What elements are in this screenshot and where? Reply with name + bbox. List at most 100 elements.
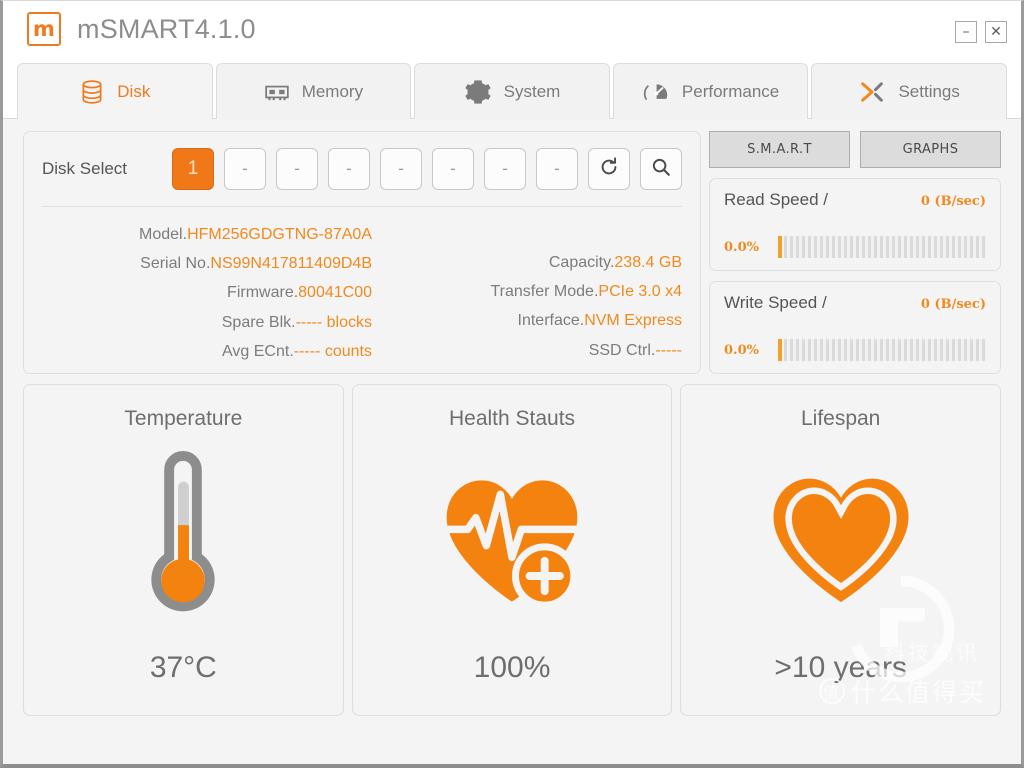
write-speed-header: Write Speed / 0 (B/sec) — [724, 293, 986, 313]
info-spare-blk-key: Spare Blk. — [221, 313, 296, 331]
tab-system[interactable]: System — [414, 63, 610, 119]
search-button[interactable] — [640, 148, 682, 190]
tab-disk-label: Disk — [117, 81, 151, 101]
app-window: m mSMART4.1.0 – ✕ Disk Memory System Per… — [0, 0, 1024, 768]
info-ssd-ctrl-value: ----- — [655, 341, 682, 359]
info-interface-value: NVM Express — [584, 312, 682, 330]
write-speed-percent: 0.0% — [724, 342, 759, 358]
disk-slot-8[interactable]: - — [536, 148, 578, 190]
title-bar: m mSMART4.1.0 – ✕ — [3, 1, 1021, 57]
disk-slot-4[interactable]: - — [328, 148, 370, 190]
heart-pulse-icon — [437, 431, 587, 651]
info-capacity: Capacity. 238.4 GB — [372, 251, 682, 274]
info-spare-blk-value: ----- blocks — [295, 313, 372, 331]
temperature-title: Temperature — [124, 407, 243, 430]
read-speed-header: Read Speed / 0 (B/sec) — [724, 190, 986, 210]
info-model-value: HFM256GDGTNG-87A0A — [187, 226, 372, 243]
write-speed-value: 0 (B/sec) — [920, 297, 986, 312]
health-status-title: Health Stauts — [448, 407, 576, 430]
tab-system-label: System — [503, 81, 561, 101]
read-speed-body: 0.0% — [724, 236, 986, 258]
lifespan-card: Lifespan >10 years 科技视讯 值 什么值得买 — [680, 384, 1002, 716]
write-speed-title: Write Speed / — [724, 293, 827, 312]
top-row: Disk Select 1 - - - - - - - Model. HFM25… — [23, 131, 1001, 374]
read-speed-value: 0 (B/sec) — [920, 194, 986, 209]
wrench-cross-icon — [858, 78, 886, 106]
disk-info-left: Model. HFM256GDGTNG-87A0A Serial No. NS9… — [42, 223, 372, 363]
smart-button[interactable]: S.M.A.R.T — [709, 131, 850, 168]
write-speed-card: Write Speed / 0 (B/sec) 0.0% — [709, 281, 1001, 374]
info-interface: Interface. NVM Express — [372, 309, 683, 332]
health-status-card: Health Stauts 100% — [351, 384, 673, 716]
thermometer-icon — [123, 431, 243, 651]
tab-settings-label: Settings — [898, 81, 960, 101]
read-speed-card: Read Speed / 0 (B/sec) 0.0% — [709, 178, 1001, 271]
gauge-icon — [642, 78, 670, 106]
graphs-button[interactable]: GRAPHS — [860, 131, 1001, 168]
app-logo-icon: m — [27, 12, 61, 46]
lifespan-value: >10 years — [774, 651, 907, 684]
read-speed-title: Read Speed / — [724, 190, 828, 209]
info-transfer-mode-key: Transfer Mode. — [490, 283, 599, 301]
info-model-key: Model. — [139, 226, 188, 243]
info-interface-key: Interface. — [517, 312, 585, 330]
write-speed-body: 0.0% — [724, 339, 986, 361]
info-serial-value: NS99N417811409D4B — [210, 255, 372, 273]
disk-slot-6[interactable]: - — [432, 148, 474, 190]
minimize-button[interactable]: – — [955, 21, 977, 43]
disk-select-row: Disk Select 1 - - - - - - - — [42, 148, 682, 207]
tab-performance-label: Performance — [681, 81, 780, 101]
disk-select-label: Disk Select — [42, 159, 128, 178]
info-ssd-ctrl-key: SSD Ctrl. — [588, 341, 656, 359]
side-buttons: S.M.A.R.T GRAPHS — [709, 131, 1001, 168]
disk-slot-2[interactable]: - — [224, 148, 266, 190]
refresh-icon — [598, 156, 620, 183]
info-avg-ecnt-key: Avg ECnt. — [222, 342, 294, 360]
tab-settings[interactable]: Settings — [811, 63, 1007, 119]
content-area: Disk Select 1 - - - - - - - Model. HFM25… — [3, 119, 1021, 764]
gear-icon — [464, 78, 492, 106]
tab-memory-label: Memory — [301, 81, 364, 101]
disk-panel: Disk Select 1 - - - - - - - Model. HFM25… — [23, 131, 701, 374]
temperature-value: 37°C — [149, 651, 217, 684]
disk-info-right: Capacity. 238.4 GB Transfer Mode. PCIe 3… — [372, 223, 683, 363]
temperature-card: Temperature 37°C — [23, 384, 344, 716]
tab-memory[interactable]: Memory — [215, 63, 412, 119]
info-capacity-key: Capacity. — [548, 254, 615, 271]
disk-slot-1[interactable]: 1 — [172, 148, 214, 190]
info-transfer-mode: Transfer Mode. PCIe 3.0 x4 — [372, 280, 683, 303]
ram-chip-icon — [264, 79, 290, 105]
info-transfer-mode-value: PCIe 3.0 x4 — [598, 283, 682, 301]
refresh-button[interactable] — [588, 148, 630, 190]
disk-slot-5[interactable]: - — [380, 148, 422, 190]
tab-performance[interactable]: Performance — [612, 63, 809, 119]
window-controls: – ✕ — [955, 21, 1007, 43]
info-avg-ecnt: Avg ECnt. ----- counts — [42, 340, 372, 363]
info-capacity-value: 238.4 GB — [614, 254, 682, 271]
disk-slot-7[interactable]: - — [484, 148, 526, 190]
tab-bar: Disk Memory System Performance Settings — [3, 57, 1021, 120]
disk-slot-3[interactable]: - — [276, 148, 318, 190]
info-ssd-ctrl: SSD Ctrl. ----- — [372, 339, 682, 362]
close-button[interactable]: ✕ — [985, 21, 1007, 43]
write-speed-bar — [778, 339, 986, 361]
info-spare-blk: Spare Blk. ----- blocks — [42, 311, 372, 334]
search-icon — [650, 156, 672, 183]
lifespan-title: Lifespan — [800, 407, 881, 430]
disk-info: Model. HFM256GDGTNG-87A0A Serial No. NS9… — [42, 223, 682, 363]
info-serial: Serial No. NS99N417811409D4B — [42, 252, 372, 275]
side-panel: S.M.A.R.T GRAPHS Read Speed / 0 (B/sec) … — [709, 131, 1001, 374]
tab-disk[interactable]: Disk — [17, 63, 213, 120]
info-serial-key: Serial No. — [140, 255, 211, 273]
status-cards-row: Temperature 37°C Health Stauts 100% Life… — [23, 384, 1002, 716]
info-firmware: Firmware. 80041C00 — [42, 281, 372, 304]
info-firmware-value: 80041C00 — [298, 284, 372, 302]
heart-outline-icon — [766, 431, 916, 651]
info-firmware-key: Firmware. — [227, 284, 299, 302]
health-status-value: 100% — [473, 651, 551, 684]
info-model: Model. HFM256GDGTNG-87A0A — [42, 223, 372, 246]
database-icon — [79, 79, 105, 105]
read-speed-bar — [778, 236, 986, 258]
app-title: mSMART4.1.0 — [77, 13, 256, 44]
read-speed-percent: 0.0% — [724, 239, 759, 255]
